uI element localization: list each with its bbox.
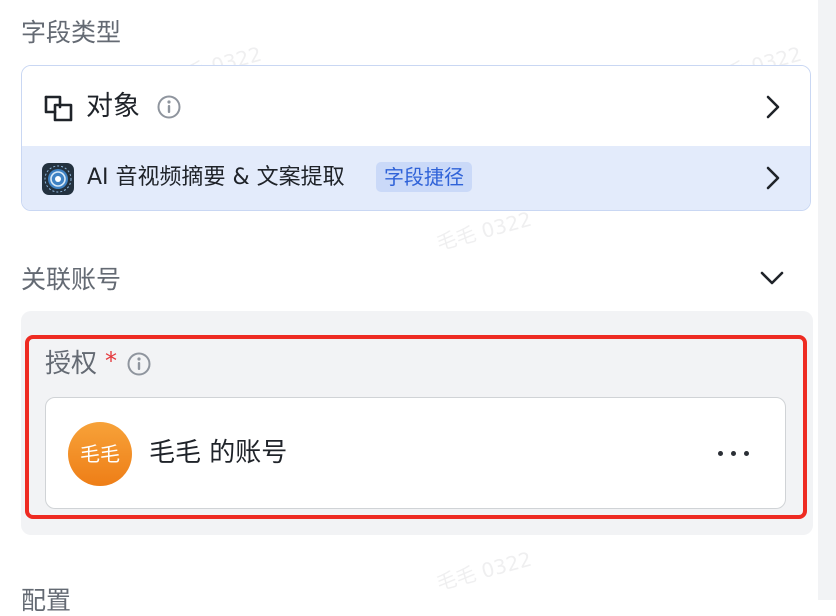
shortcut-tag: 字段捷径 bbox=[376, 162, 472, 192]
avatar: 毛毛 bbox=[68, 422, 132, 486]
linked-account-title: 关联账号 bbox=[21, 265, 122, 294]
app-logo-icon bbox=[42, 163, 74, 195]
info-icon[interactable] bbox=[156, 94, 182, 120]
more-options-button[interactable] bbox=[712, 438, 756, 468]
more-dot-icon bbox=[718, 451, 723, 456]
config-title: 配置 bbox=[21, 586, 72, 615]
field-type-title: 字段类型 bbox=[21, 18, 122, 47]
object-type-label: 对象 bbox=[86, 91, 140, 122]
more-dot-icon bbox=[731, 451, 736, 456]
info-icon[interactable] bbox=[126, 351, 152, 377]
auth-label: 授权 bbox=[45, 349, 98, 379]
field-type-object-row[interactable]: 对象 bbox=[22, 66, 810, 146]
chevron-right-icon[interactable] bbox=[763, 94, 783, 120]
watermark: 毛毛 0322 bbox=[433, 546, 535, 596]
chevron-right-icon[interactable] bbox=[763, 165, 783, 191]
field-shortcut-row[interactable]: AI 音视频摘要 & 文案提取 字段捷径 bbox=[22, 146, 810, 210]
more-dot-icon bbox=[744, 451, 749, 456]
required-mark: * bbox=[105, 347, 117, 375]
account-card[interactable]: 毛毛 毛毛 的账号 bbox=[45, 397, 786, 509]
chevron-down-icon[interactable] bbox=[759, 268, 785, 288]
account-name: 毛毛 的账号 bbox=[149, 438, 288, 468]
field-type-card: 对象 AI 音视频摘要 & 文案提取 字段捷径 bbox=[21, 65, 811, 211]
object-icon bbox=[44, 95, 73, 122]
scrollbar-track[interactable] bbox=[818, 0, 836, 600]
shortcut-label: AI 音视频摘要 & 文案提取 bbox=[87, 165, 345, 190]
